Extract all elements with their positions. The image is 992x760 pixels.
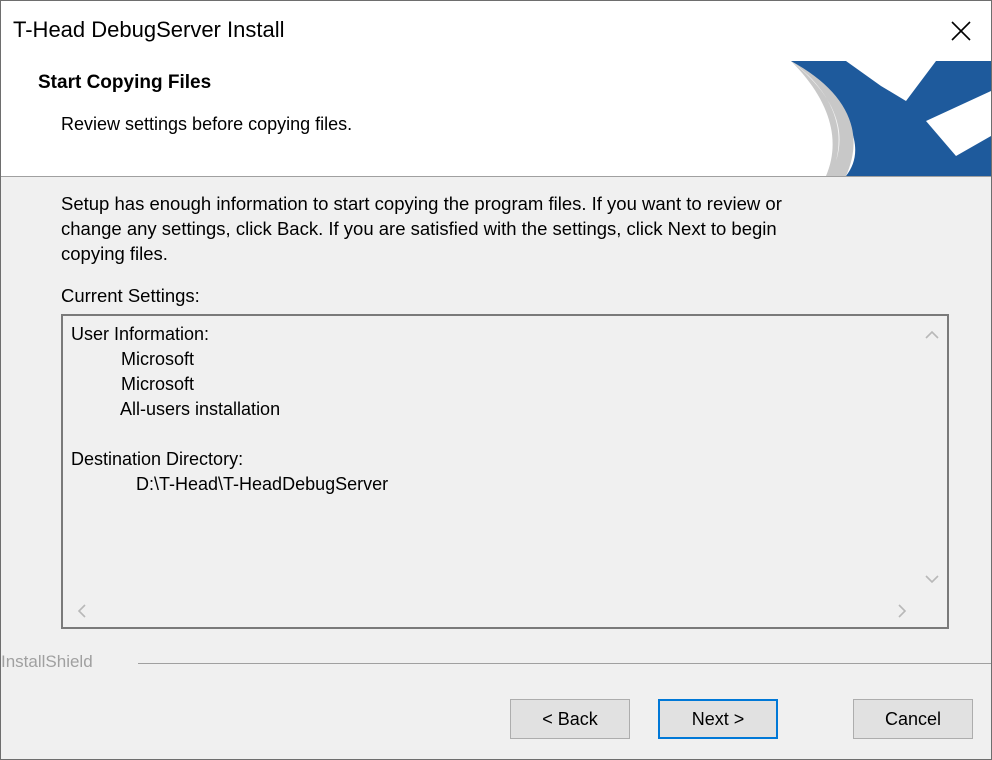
chevron-down-icon xyxy=(925,575,939,584)
installshield-brand: InstallShield xyxy=(1,652,93,671)
intro-line: change any settings, click Back. If you … xyxy=(61,218,777,239)
chevron-left-icon xyxy=(77,604,86,618)
scroll-right-button[interactable] xyxy=(889,598,915,624)
close-icon xyxy=(951,21,971,41)
page-subtitle: Review settings before copying files. xyxy=(61,114,353,134)
intro-line: copying files. xyxy=(61,243,168,264)
back-button[interactable]: < Back xyxy=(510,699,630,739)
close-button[interactable] xyxy=(931,1,991,61)
settings-textbox[interactable]: User Information: Microsoft Microsoft Al… xyxy=(61,314,949,629)
window-title: T-Head DebugServer Install xyxy=(13,17,285,42)
intro-line: Setup has enough information to start co… xyxy=(61,193,782,214)
next-button[interactable]: Next > xyxy=(658,699,778,739)
installer-window: T-Head DebugServer Install Start Copying… xyxy=(0,0,992,760)
cancel-button[interactable]: Cancel xyxy=(853,699,973,739)
installshield-logo xyxy=(791,61,991,176)
settings-line: Destination Directory: xyxy=(71,449,244,469)
scroll-corner xyxy=(917,596,947,627)
settings-line: User Information: xyxy=(71,324,210,344)
page-title: Start Copying Files xyxy=(38,72,212,93)
scroll-up-button[interactable] xyxy=(919,322,945,348)
vertical-scrollbar[interactable] xyxy=(917,316,947,596)
horizontal-scrollbar[interactable] xyxy=(63,596,917,627)
intro-text: Setup has enough information to start co… xyxy=(61,191,941,266)
scroll-down-button[interactable] xyxy=(919,566,945,592)
settings-line: D:\T-Head\T-HeadDebugServer xyxy=(71,474,389,494)
settings-line: Microsoft xyxy=(71,374,195,394)
settings-content: User Information: Microsoft Microsoft Al… xyxy=(71,322,388,497)
footer-divider xyxy=(138,663,991,664)
settings-label: Current Settings: xyxy=(61,285,200,306)
chevron-right-icon xyxy=(898,604,907,618)
settings-line: All-users installation xyxy=(71,399,281,419)
wizard-header: Start Copying Files Review settings befo… xyxy=(1,61,991,177)
settings-line: Microsoft xyxy=(71,349,195,369)
scroll-left-button[interactable] xyxy=(69,598,95,624)
chevron-up-icon xyxy=(925,330,939,339)
title-bar: T-Head DebugServer Install xyxy=(1,1,991,61)
